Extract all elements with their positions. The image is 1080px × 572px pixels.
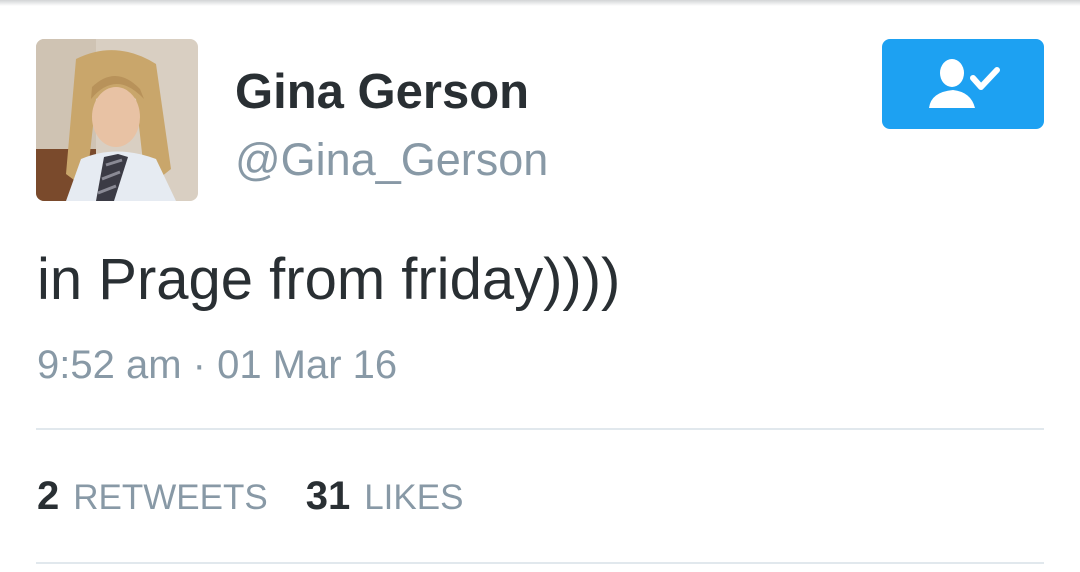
likes-stat[interactable]: 31 LIKES — [306, 474, 464, 519]
following-button[interactable] — [882, 39, 1044, 129]
likes-label: LIKES — [364, 478, 464, 517]
display-name[interactable]: Gina Gerson — [235, 63, 529, 121]
retweets-count: 2 — [37, 474, 60, 518]
tweet-stats: 2 RETWEETS 31 LIKES — [37, 474, 501, 524]
user-following-check-icon — [929, 59, 1000, 108]
avatar-photo — [36, 39, 198, 201]
divider — [36, 562, 1044, 564]
tweet-timestamp: 9:52 am · 01 Mar 16 — [37, 343, 398, 387]
user-handle[interactable]: @Gina_Gerson — [235, 133, 548, 187]
avatar[interactable] — [36, 39, 198, 201]
tweet-text: in Prage from friday)))) — [37, 247, 621, 312]
retweets-label: RETWEETS — [73, 478, 268, 517]
retweets-stat[interactable]: 2 RETWEETS — [37, 474, 268, 519]
likes-count: 31 — [305, 474, 351, 518]
top-shadow — [0, 0, 1080, 6]
divider — [36, 428, 1044, 430]
